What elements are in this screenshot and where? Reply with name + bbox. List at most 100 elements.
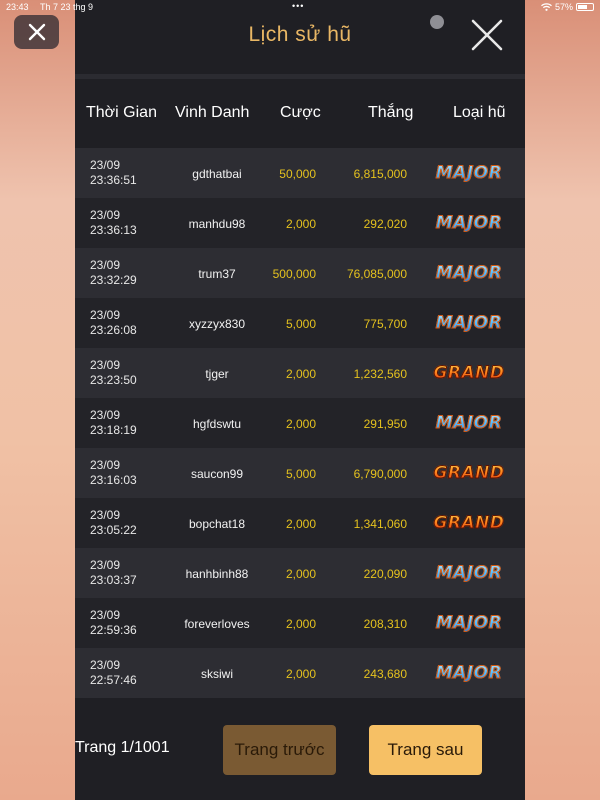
row-jackpot-type-badge: MAJOR [427,260,511,286]
history-table: 23/09 23:36:51 gdthatbai 50,000 6,815,000 MAJ… [75,148,525,698]
row-jackpot-type-badge: GRAND [427,460,511,486]
row-win: 243,680 [363,667,407,681]
row-datetime: 23/09 22:59:36 [90,608,137,638]
row-win: 291,950 [363,417,407,431]
row-date: 23/09 [90,658,121,672]
table-header: Thời Gian Vinh Danh Cược Thắng Loại hũ [75,92,525,136]
row-win: 1,232,560 [353,367,407,381]
row-win: 6,790,000 [353,467,407,481]
page-indicator: Trang 1/1001 [75,739,170,756]
row-time: 23:36:13 [90,223,137,237]
multitask-dots-icon: ••• [292,1,305,11]
row-time: 23:05:22 [90,523,137,537]
jackpot-history-panel: Lịch sử hũ Thời Gian Vinh Danh Cược Thắn… [75,0,525,800]
row-time: 23:03:37 [90,573,137,587]
row-datetime: 23/09 23:36:51 [90,158,137,188]
row-bet: 5,000 [285,467,316,481]
table-row: 23/09 22:59:36 foreverloves 2,000 208,310 MAJ… [75,598,525,648]
row-datetime: 23/09 23:18:19 [90,408,137,438]
row-win: 220,090 [363,567,407,581]
table-row: 23/09 23:16:03 saucon99 5,000 6,790,000 GRAND [75,448,525,498]
row-win: 775,700 [363,317,407,331]
table-row: 23/09 23:36:51 gdthatbai 50,000 6,815,000 MAJ… [75,148,525,198]
column-header-time: Thời Gian [86,104,157,121]
row-win: 292,020 [363,217,407,231]
column-header-name: Vinh Danh [175,104,250,121]
status-time: 23:43 [6,2,29,12]
background-right [525,0,600,800]
row-time: 23:16:03 [90,473,137,487]
row-jackpot-type-badge: MAJOR [427,660,511,686]
status-date: Th 7 23 thg 9 [40,2,94,12]
table-row: 23/09 22:57:46 sksiwi 2,000 243,680 MAJOR [75,648,525,698]
row-win: 1,341,060 [353,517,407,531]
row-jackpot-type-badge: MAJOR [427,410,511,436]
outer-close-button[interactable] [14,15,59,49]
row-date: 23/09 [90,508,121,522]
row-win: 6,815,000 [353,167,407,181]
row-bet: 2,000 [285,667,316,681]
header-separator [75,74,525,79]
row-bet: 5,000 [285,317,316,331]
panel-close-button[interactable] [470,18,504,52]
row-time: 23:32:29 [90,273,137,287]
wifi-icon [541,3,552,11]
row-jackpot-type-badge: MAJOR [427,610,511,636]
row-date: 23/09 [90,558,121,572]
background-left [0,0,75,800]
row-bet: 2,000 [285,417,316,431]
close-icon [28,23,45,41]
page-title: Lịch sử hũ [248,23,352,46]
row-time: 22:57:46 [90,673,137,687]
next-page-button[interactable]: Trang sau [369,725,482,775]
row-time: 23:18:19 [90,423,137,437]
row-date: 23/09 [90,308,121,322]
row-date: 23/09 [90,358,121,372]
pagination: Trang 1/1001 Trang trước Trang sau [75,720,525,780]
row-datetime: 23/09 23:26:08 [90,308,137,338]
row-jackpot-type-badge: GRAND [427,360,511,386]
indicator-dot [430,15,444,29]
row-date: 23/09 [90,608,121,622]
table-row: 23/09 23:03:37 hanhbinh88 2,000 220,090 MAJOR [75,548,525,598]
row-datetime: 23/09 23:05:22 [90,508,137,538]
close-icon [471,19,503,51]
table-row: 23/09 23:18:19 hgfdswtu 2,000 291,950 MAJOR [75,398,525,448]
row-datetime: 23/09 23:16:03 [90,458,137,488]
row-jackpot-type-badge: MAJOR [427,160,511,186]
row-time: 23:23:50 [90,373,137,387]
battery-fill [578,5,587,9]
row-jackpot-type-badge: MAJOR [427,210,511,236]
previous-page-button[interactable]: Trang trước [223,725,336,775]
row-bet: 50,000 [279,167,316,181]
row-jackpot-type-badge: GRAND [427,510,511,536]
row-datetime: 23/09 23:36:13 [90,208,137,238]
row-bet: 2,000 [285,567,316,581]
row-bet: 2,000 [285,617,316,631]
row-jackpot-type-badge: MAJOR [427,560,511,586]
row-bet: 2,000 [285,367,316,381]
row-time: 23:36:51 [90,173,137,187]
column-header-win: Thắng [368,104,414,121]
status-bar: 23:43 Th 7 23 thg 9 ••• 57% [0,0,600,14]
row-date: 23/09 [90,458,121,472]
row-datetime: 23/09 22:57:46 [90,658,137,688]
column-header-type: Loại hũ [453,104,506,121]
row-date: 23/09 [90,158,121,172]
status-right: 57% [541,2,594,12]
battery-percent: 57% [554,2,573,12]
row-bet: 2,000 [285,217,316,231]
row-time: 22:59:36 [90,623,137,637]
table-row: 23/09 23:36:13 manhdu98 2,000 292,020 MAJOR [75,198,525,248]
row-datetime: 23/09 23:23:50 [90,358,137,388]
battery-icon [576,3,594,11]
row-datetime: 23/09 23:03:37 [90,558,137,588]
row-date: 23/09 [90,258,121,272]
column-header-bet: Cược [280,104,321,121]
row-bet: 500,000 [272,267,316,281]
table-row: 23/09 23:23:50 tjger 2,000 1,232,560 GRAND [75,348,525,398]
row-win: 208,310 [363,617,407,631]
row-bet: 2,000 [285,517,316,531]
row-win: 76,085,000 [346,267,407,281]
row-date: 23/09 [90,208,121,222]
